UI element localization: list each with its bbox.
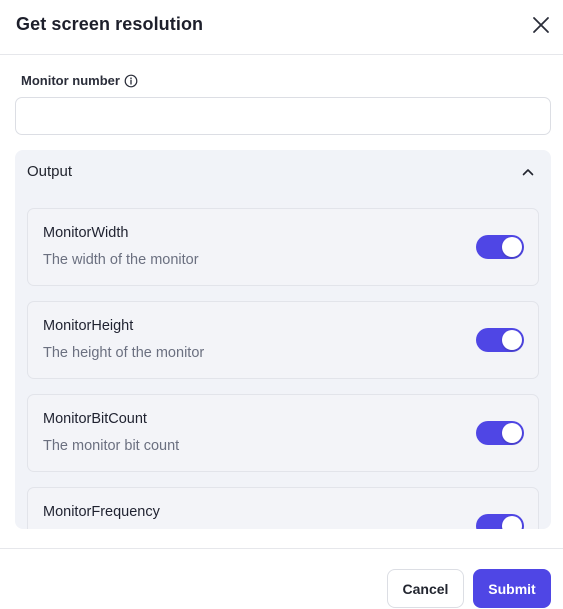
output-item-description: The width of the monitor — [43, 252, 199, 268]
output-section-title: Output — [27, 163, 73, 180]
monitor-number-input[interactable] — [15, 97, 551, 135]
monitor-width-toggle[interactable] — [476, 235, 524, 259]
info-icon[interactable] — [124, 74, 138, 88]
dialog-header: Get screen resolution — [0, 0, 563, 55]
chevron-up-icon[interactable] — [521, 165, 535, 179]
monitor-bit-count-toggle[interactable] — [476, 421, 524, 445]
toggle-knob — [502, 516, 522, 529]
output-item-description: The height of the monitor — [43, 345, 205, 361]
output-item-monitor-height: MonitorHeight The height of the monitor — [27, 301, 539, 379]
toggle-knob — [502, 330, 522, 350]
output-item-monitor-width: MonitorWidth The width of the monitor — [27, 208, 539, 286]
output-item-title: MonitorFrequency — [43, 504, 160, 520]
monitor-height-toggle[interactable] — [476, 328, 524, 352]
close-icon — [533, 17, 549, 33]
output-item-title: MonitorBitCount — [43, 411, 147, 427]
output-item-title: MonitorHeight — [43, 318, 134, 334]
output-section-header[interactable]: Output — [15, 150, 551, 194]
toggle-knob — [502, 423, 522, 443]
monitor-number-label: Monitor number — [21, 73, 138, 88]
output-item-description: The monitor bit count — [43, 438, 180, 454]
output-item-monitor-bit-count: MonitorBitCount The monitor bit count — [27, 394, 539, 472]
cancel-button[interactable]: Cancel — [387, 569, 464, 608]
dialog-footer: Cancel Submit — [0, 548, 563, 609]
dialog-title: Get screen resolution — [16, 14, 204, 34]
get-screen-resolution-dialog: Get screen resolution Monitor number Out… — [0, 0, 563, 609]
toggle-knob — [502, 237, 522, 257]
close-button[interactable] — [528, 12, 554, 38]
submit-button[interactable]: Submit — [473, 569, 551, 608]
output-section: Output MonitorWidth The width of the mon… — [15, 150, 551, 529]
output-item-title: MonitorWidth — [43, 225, 129, 241]
output-item-monitor-frequency: MonitorFrequency — [27, 487, 539, 529]
monitor-frequency-toggle[interactable] — [476, 514, 524, 529]
monitor-number-label-text: Monitor number — [21, 73, 120, 88]
